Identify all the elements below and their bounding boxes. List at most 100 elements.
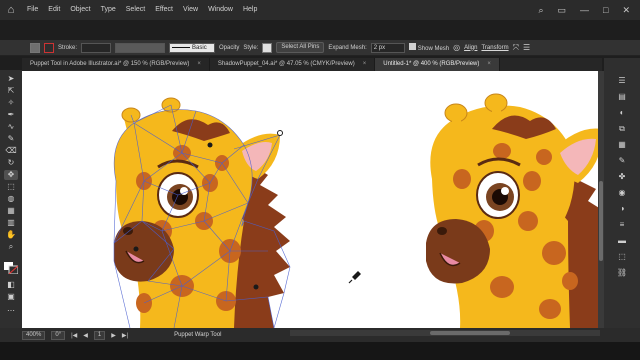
more-tools-icon[interactable]: ⋯ — [4, 306, 18, 316]
brushes-icon[interactable]: ✎ — [616, 156, 628, 166]
minimize-icon[interactable]: — — [580, 5, 589, 16]
close-icon[interactable]: ✕ — [622, 5, 630, 16]
graph-tool-icon[interactable]: ▥ — [4, 218, 18, 228]
scroll-thumb[interactable] — [430, 331, 510, 335]
transform-link[interactable]: Transform — [481, 45, 508, 51]
maximize-icon[interactable]: □ — [603, 5, 608, 16]
direct-selection-tool-icon[interactable]: ⇱ — [4, 86, 18, 96]
artboards-icon[interactable]: ⬚ — [616, 252, 628, 262]
tab-shadow-puppet[interactable]: ShadowPuppet_04.ai* @ 47.05 % (CMYK/Prev… — [210, 58, 376, 71]
horizontal-scrollbar[interactable] — [290, 330, 600, 336]
symbols-icon[interactable]: ✤ — [616, 172, 628, 182]
align-link[interactable]: Align — [464, 45, 477, 51]
artboard-number-field[interactable]: 1 — [93, 330, 106, 340]
hand-tool-icon[interactable]: ✋ — [4, 230, 18, 240]
show-mesh-label: Show Mesh — [417, 46, 450, 52]
search-icon[interactable]: ⌕ — [538, 5, 543, 16]
menu-type[interactable]: Type — [96, 0, 121, 20]
screen-mode-icon[interactable]: ▣ — [4, 292, 18, 302]
tab-label: Puppet Tool in Adobe Illustrator.ai* @ 1… — [30, 61, 190, 67]
arrange-icon[interactable]: ▭ — [558, 5, 567, 16]
stroke-weight-field[interactable] — [81, 42, 112, 53]
menu-bar: ⌂ File Edit Object Type Select Effect Vi… — [0, 0, 640, 20]
current-tool-status[interactable]: Puppet Warp Tool — [174, 332, 221, 338]
pen-tool-icon[interactable]: ✒ — [4, 110, 18, 120]
prev-artboard-icon[interactable]: ◀ — [83, 332, 88, 339]
show-mesh-checkbox[interactable]: Show Mesh — [408, 43, 450, 52]
control-bar: Stroke: Basic Opacity Style: Select All … — [0, 40, 640, 56]
puppet-pin[interactable] — [253, 284, 259, 290]
appearance-icon[interactable]: ◉ — [616, 188, 628, 198]
properties-icon[interactable]: ☰ — [616, 76, 628, 86]
isolate-icon[interactable]: ⤧ — [513, 43, 519, 53]
puppet-pin[interactable] — [207, 142, 213, 148]
last-artboard-icon[interactable]: ▶| — [122, 332, 128, 339]
menu-object[interactable]: Object — [65, 0, 95, 20]
opacity-label[interactable]: Opacity — [219, 45, 239, 51]
expand-mesh-label: Expand Mesh: — [328, 44, 367, 51]
magic-wand-icon[interactable]: ✧ — [4, 98, 18, 108]
menu-effect[interactable]: Effect — [150, 0, 178, 20]
giraffe-preview[interactable] — [426, 93, 604, 328]
tab-puppet-tool[interactable]: Puppet Tool in Adobe Illustrator.ai* @ 1… — [22, 58, 210, 71]
tab-close-icon[interactable]: × — [197, 58, 201, 71]
menu-edit[interactable]: Edit — [43, 0, 65, 20]
menu-window[interactable]: Window — [203, 0, 238, 20]
swatches-icon[interactable]: ▦ — [616, 140, 628, 150]
artboard-canvas[interactable] — [22, 71, 604, 328]
eraser-tool-icon[interactable]: ⌫ — [4, 146, 18, 156]
variable-width-field[interactable] — [115, 42, 166, 53]
drawing-modes-icon[interactable]: ◧ — [4, 280, 18, 290]
vertical-scrollbar[interactable] — [598, 71, 604, 328]
rotation-field[interactable]: 0° — [51, 330, 66, 340]
home-icon[interactable]: ⌂ — [0, 0, 22, 20]
fill-swatch[interactable] — [30, 42, 40, 53]
free-transform-icon[interactable]: ⬚ — [4, 182, 18, 192]
brush-definition[interactable]: Basic — [169, 42, 216, 53]
shape-builder-icon[interactable]: ◍ — [4, 194, 18, 204]
layers-icon[interactable]: ⧉ — [616, 124, 628, 134]
recolor-icon[interactable]: ◎ — [453, 43, 460, 52]
tab-label: Untitled-1* @ 400 % (RGB/Preview) — [383, 61, 480, 67]
curvature-tool-icon[interactable]: ∿ — [4, 122, 18, 132]
first-artboard-icon[interactable]: |◀ — [71, 332, 77, 339]
select-all-pins-button[interactable]: Select All Pins — [276, 42, 325, 53]
gradient-tool-icon[interactable]: ▦ — [4, 206, 18, 216]
menu-file[interactable]: File — [22, 0, 43, 20]
stroke-label: Stroke: — [58, 44, 78, 51]
taskbar-area — [0, 342, 640, 360]
expand-mesh-field[interactable]: 2 px — [370, 42, 405, 53]
libraries-icon[interactable]: ▤ — [616, 92, 628, 102]
panel-menu-icon[interactable]: ☰ — [523, 43, 530, 52]
tab-close-icon[interactable]: × — [487, 58, 491, 71]
puppet-pin[interactable] — [133, 246, 139, 252]
stroke-swatch[interactable] — [44, 42, 54, 53]
giraffe-with-mesh[interactable] — [113, 97, 291, 328]
tools-panel: ➤ ⇱ ✧ ✒ ∿ ✎ ⌫ ↻ ✥ ⬚ ◍ ▦ ▥ ✋ ⌕ ◧ ▣ ⋯ — [0, 70, 22, 330]
gradient-panel-icon[interactable]: ▬ — [616, 236, 628, 246]
menu-help[interactable]: Help — [238, 0, 262, 20]
stroke-panel-icon[interactable]: ≡ — [616, 220, 628, 230]
document-tabs: Puppet Tool in Adobe Illustrator.ai* @ 1… — [22, 58, 602, 71]
color-icon[interactable]: ◐ — [616, 108, 628, 118]
scroll-thumb[interactable] — [599, 181, 603, 261]
pencil-tool-icon[interactable]: ✎ — [4, 134, 18, 144]
zoom-tool-icon[interactable]: ⌕ — [4, 242, 18, 252]
style-swatch[interactable] — [262, 42, 273, 53]
tab-close-icon[interactable]: × — [363, 58, 367, 71]
selection-tool-icon[interactable]: ➤ — [4, 74, 18, 84]
menu-select[interactable]: Select — [121, 0, 150, 20]
tab-label: ShadowPuppet_04.ai* @ 47.05 % (CMYK/Prev… — [217, 61, 355, 67]
next-artboard-icon[interactable]: ▶ — [111, 332, 116, 339]
zoom-field[interactable]: 400% — [22, 330, 46, 340]
style-label: Style: — [243, 44, 259, 51]
rotate-tool-icon[interactable]: ↻ — [4, 158, 18, 168]
links-icon[interactable]: ⛓ — [616, 268, 628, 278]
menu-view[interactable]: View — [178, 0, 203, 20]
puppet-warp-tool-icon[interactable]: ✥ — [4, 170, 18, 180]
transparency-icon[interactable]: ◑ — [616, 204, 628, 214]
right-panel-dock: ☰ ▤ ◐ ⧉ ▦ ✎ ✤ ◉ ◑ ≡ ▬ ⬚ ⛓ — [604, 58, 640, 328]
tab-untitled[interactable]: Untitled-1* @ 400 % (RGB/Preview) × — [375, 58, 500, 71]
fill-stroke-icon[interactable] — [4, 262, 19, 275]
puppet-pin[interactable] — [277, 130, 283, 136]
